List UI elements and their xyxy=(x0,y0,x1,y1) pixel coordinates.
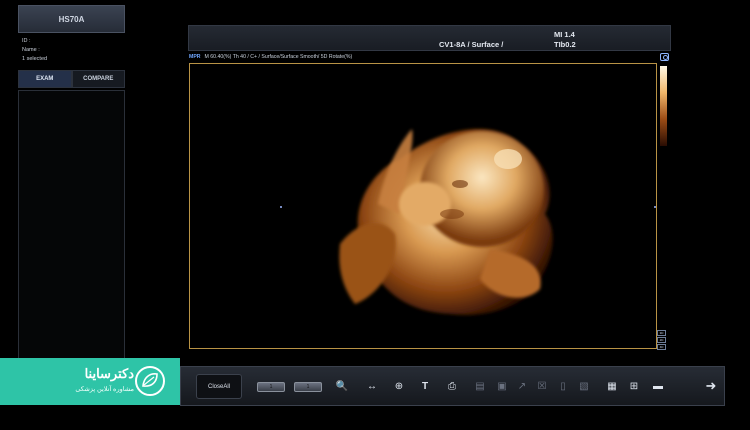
export-icon[interactable]: ▣ xyxy=(494,378,510,394)
keyboard-icon[interactable]: ▬ xyxy=(650,378,666,394)
patient-info: ID : Name : 1 selected xyxy=(18,33,125,68)
share-icon[interactable]: ↗ xyxy=(514,378,530,394)
printer-icon[interactable]: ⎙ xyxy=(444,378,460,394)
view-control-3d[interactable]: 3D xyxy=(657,330,666,336)
tab-compare[interactable]: COMPARE xyxy=(71,70,125,88)
device-model-label: HS70A xyxy=(18,5,125,33)
panel-tabs: EXAM COMPARE xyxy=(18,70,125,88)
watermark-subtitle: مشاوره آنلاین پزشکی xyxy=(75,386,134,393)
archive-icon[interactable]: ▧ xyxy=(576,378,592,394)
view-control-4d[interactable]: 4D xyxy=(657,344,666,350)
patient-panel: HS70A ID : Name : 1 selected EXAM COMPAR… xyxy=(18,5,125,365)
delete-icon[interactable]: ☒ xyxy=(534,378,550,394)
watermark-title: دکترسا‌ینا xyxy=(84,366,134,381)
selection-count: 1 selected xyxy=(22,56,48,62)
stepper-1[interactable]: 1 xyxy=(257,382,285,392)
close-all-button[interactable]: CloseAll xyxy=(196,374,242,399)
scan-marker-left xyxy=(280,206,282,208)
grid-icon[interactable]: ▦ xyxy=(604,378,620,394)
horizontal-arrows-icon[interactable]: ↔ xyxy=(364,378,380,394)
next-arrow-icon[interactable]: ➜ xyxy=(703,378,719,394)
view-control-2d[interactable]: 2D xyxy=(657,337,666,343)
search-icon[interactable]: 🔍 xyxy=(334,378,350,394)
mi-value: MI 1.4 xyxy=(554,30,575,39)
watermark-badge: دکترسا‌ینا مشاوره آنلاین پزشکی xyxy=(0,358,180,405)
image-viewport[interactable] xyxy=(189,63,657,349)
scan-header: CV1-8A / Surface / MI 1.4 TIb0.2 xyxy=(188,25,671,51)
layout-icon[interactable]: ⊞ xyxy=(626,378,642,394)
exam-list[interactable] xyxy=(18,90,125,362)
patient-id-label: ID : xyxy=(22,38,31,44)
trash-icon[interactable]: ▯ xyxy=(555,378,571,394)
parameter-line: MPR M 60.40(%) Th 40 / C+ / Surface/Surf… xyxy=(189,52,670,62)
crosshair-icon[interactable]: ⊕ xyxy=(391,378,407,394)
mpr-mode-label: MPR xyxy=(189,54,201,60)
tab-exam[interactable]: EXAM xyxy=(18,70,72,88)
probe-mode-label: CV1-8A / Surface / xyxy=(439,40,504,49)
fetal-3d-render xyxy=(339,128,553,315)
save-icon[interactable]: ▤ xyxy=(472,378,488,394)
render-parameters: M 60.40(%) Th 40 / C+ / Surface/Surface … xyxy=(204,54,353,60)
leaf-logo-icon xyxy=(135,366,165,396)
gray-map-colorbar xyxy=(660,66,667,146)
camera-icon[interactable] xyxy=(660,53,669,61)
text-icon[interactable]: T xyxy=(417,378,433,394)
tib-value: TIb0.2 xyxy=(554,40,576,49)
stepper-2[interactable]: 1 xyxy=(294,382,322,392)
scan-marker-right xyxy=(654,206,656,208)
patient-name-label: Name : xyxy=(22,47,40,53)
